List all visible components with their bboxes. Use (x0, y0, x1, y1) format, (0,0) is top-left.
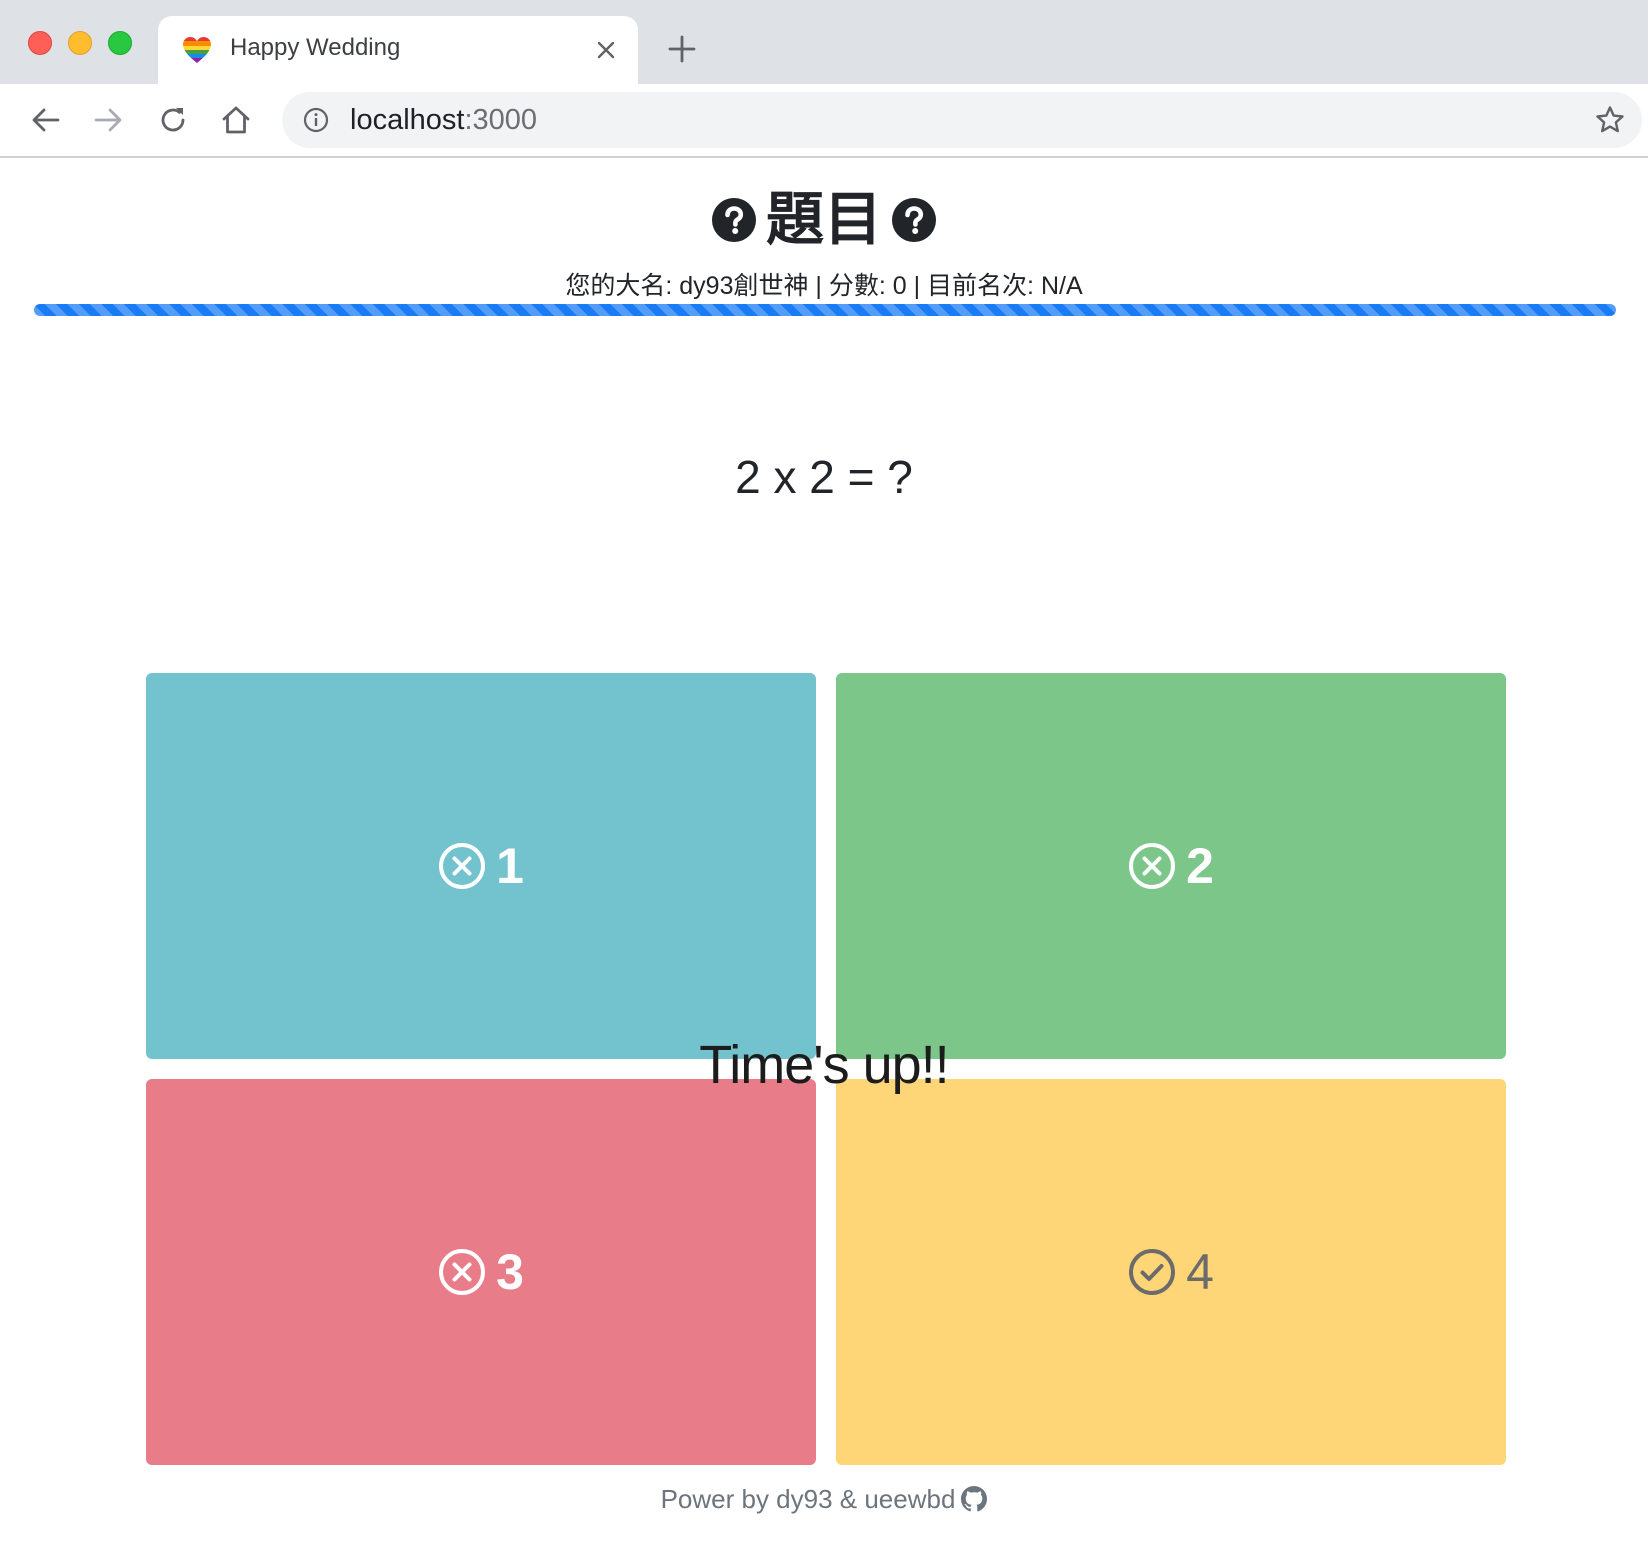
close-icon[interactable] (592, 36, 620, 64)
countdown-progress-bar (34, 304, 1616, 316)
question-text: 2 x 2 = ? (735, 451, 913, 503)
page-title: 題目 (0, 188, 1648, 252)
quiz-page: 題目 您的大名: dy93創世神 | 分數: 0 | 目前名次: N/A 2 x… (0, 158, 1648, 1554)
x-circle-icon (1129, 843, 1176, 889)
browser-toolbar: localhost:3000 (0, 84, 1648, 158)
check-circle-icon (1129, 1249, 1176, 1295)
answer-label: 1 (496, 838, 524, 894)
answer-option-2[interactable]: 2 (836, 673, 1506, 1059)
answer-label: 3 (496, 1244, 524, 1300)
github-icon[interactable] (961, 1486, 988, 1512)
answer-option-1[interactable]: 1 (146, 673, 816, 1059)
arrow-right-icon[interactable] (90, 102, 126, 138)
x-circle-icon (439, 1249, 486, 1295)
x-circle-icon (439, 843, 486, 889)
answer-label: 2 (1186, 838, 1214, 894)
tab-title: Happy Wedding (230, 34, 401, 61)
question-circle-icon (711, 197, 756, 242)
tab-strip: Happy Wedding (0, 0, 1648, 84)
times-up-message: Time's up!! (699, 1035, 949, 1095)
star-icon[interactable] (1594, 104, 1626, 136)
player-status: 您的大名: dy93創世神 | 分數: 0 | 目前名次: N/A (565, 272, 1083, 300)
title-text: 題目 (765, 187, 882, 252)
browser-window: Happy Wedding localhost:3000 題目 您的大名: dy… (0, 0, 1648, 1554)
url-host: localhost (350, 104, 465, 136)
window-maximize-button[interactable] (108, 31, 132, 55)
question-circle-icon (892, 197, 936, 242)
address-bar[interactable]: localhost:3000 (282, 92, 1642, 148)
reload-icon[interactable] (155, 102, 191, 138)
footer-credit: Power by dy93 & ueewbd (0, 1484, 1648, 1515)
url-port: :3000 (464, 104, 538, 136)
plus-icon[interactable] (666, 33, 698, 65)
arrow-left-icon[interactable] (28, 102, 64, 138)
url-text[interactable]: localhost:3000 (350, 104, 537, 137)
home-icon[interactable] (218, 102, 254, 138)
footer-text: Power by dy93 & ueewbd (660, 1484, 956, 1514)
progress-fill (34, 304, 1616, 316)
answer-label: 4 (1186, 1244, 1214, 1300)
answer-option-3[interactable]: 3 (146, 1079, 816, 1465)
rainbow-heart-icon (183, 37, 211, 63)
window-close-button[interactable] (28, 31, 52, 55)
answer-option-4[interactable]: 4 (836, 1079, 1506, 1465)
info-icon[interactable] (302, 106, 330, 134)
browser-tab[interactable]: Happy Wedding (158, 16, 638, 84)
window-minimize-button[interactable] (68, 31, 92, 55)
